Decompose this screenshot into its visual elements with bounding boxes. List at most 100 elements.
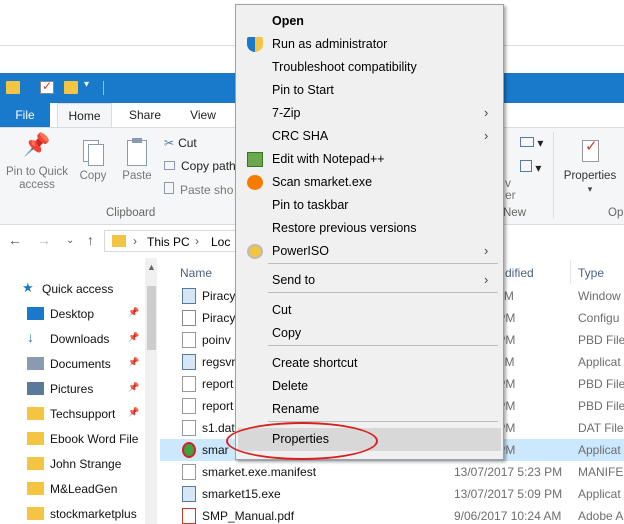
nav-item[interactable]: Ebook Word File [0,427,146,452]
menu-item-copy[interactable]: Copy [238,322,501,345]
folder-icon[interactable] [6,81,20,94]
file-name: SMP_Manual.pdf [202,509,295,523]
file-type: Window [578,289,621,303]
submenu-arrow-icon: › [484,105,489,120]
clipboard-group-label: Clipboard [106,207,156,219]
properties-ribbon-button[interactable]: ✓ Properties ▾ [560,136,620,196]
select-icon[interactable]: ▾ [520,136,543,150]
menu-item-cut[interactable]: Cut [238,299,501,322]
file-date: 9/06/2017 10:24 AM [454,509,562,523]
nav-item-label: Desktop [50,307,95,321]
menu-item-scan-smarket-exe[interactable]: Scan smarket.exe [238,171,501,194]
address-separator: › [195,234,199,248]
quick-access-toolbar-dropdown-icon[interactable]: ▾ [84,79,89,90]
menu-item-delete[interactable]: Delete [238,375,501,398]
paste-shortcut-button[interactable]: Paste sho [164,182,233,197]
nav-item[interactable]: stockmarketplus [0,502,146,524]
menu-item-pin-to-taskbar[interactable]: Pin to taskbar [238,194,501,217]
file-name: regsvr [202,355,236,369]
column-header-name[interactable]: Name [180,266,212,280]
nav-item-label: M&LeadGen [50,482,118,496]
file-type: PBD File [578,333,624,347]
file-row[interactable]: smarket15.exe 13/07/2017 5:09 PM Applicat [160,483,624,505]
pin-quick-access-button[interactable]: 📌 Pin to Quick access [2,132,72,192]
file-icon [182,398,196,414]
menu-item-label: CRC SHA [272,129,329,143]
menu-item-pin-to-start[interactable]: Pin to Start [238,79,501,102]
address-location[interactable]: Loc [211,235,230,249]
tab-home[interactable]: Home [57,103,112,128]
pin-icon[interactable]: 📌 [128,307,139,318]
menu-item-crc-sha[interactable]: CRC SHA › [238,125,501,148]
menu-item-troubleshoot-compatibility[interactable]: Troubleshoot compatibility [238,56,501,79]
forward-icon[interactable]: → [37,232,51,248]
file-type: PBD File [578,399,624,413]
nav-item[interactable]: John Strange [0,452,146,477]
menu-item-label: 7-Zip [272,106,301,120]
pin-icon[interactable]: 📌 [128,332,139,343]
file-type: PBD File [578,377,624,391]
menu-item-run-as-administrator[interactable]: Run as administrator [238,33,501,56]
nav-item[interactable]: ↓ Downloads 📌 [0,327,146,352]
copy-button[interactable]: Copy [76,138,110,183]
file-name: smar [202,443,229,457]
menu-item-poweriso[interactable]: PowerISO › [238,240,501,263]
nav-item[interactable]: Pictures 📌 [0,377,146,402]
menu-item-7-zip[interactable]: 7-Zip › [238,102,501,125]
file-name: report [202,377,234,391]
recent-locations-icon[interactable]: ⌄ [66,235,74,246]
pin-icon: 📌 [23,132,51,157]
scrollbar-thumb[interactable] [147,286,156,350]
menu-item-create-shortcut[interactable]: Create shortcut [238,352,501,375]
new-folder-icon[interactable] [64,81,78,94]
pin-icon[interactable]: 📌 [128,407,139,418]
tab-file[interactable]: File [0,103,50,127]
menu-separator [268,292,498,293]
nav-item[interactable]: Techsupport 📌 [0,402,146,427]
cut-button[interactable]: ✂ Cut [164,136,197,150]
navigation-pane: ★ Quick access Desktop 📌 ↓ Downloads 📌 Docume… [0,258,160,524]
menu-item-send-to[interactable]: Send to › [238,269,501,292]
tab-view[interactable]: View [180,103,226,127]
menu-item-label: Pin to taskbar [272,198,349,212]
menu-item-open[interactable]: Open [238,10,501,33]
file-row[interactable]: smarket.exe.manifest 13/07/2017 5:23 PM MA… [160,461,624,483]
nav-item[interactable]: M&LeadGen [0,477,146,502]
nav-item-label: Ebook Word File [50,432,139,446]
pictures-icon [27,382,44,395]
menu-item-restore-previous-versions[interactable]: Restore previous versions [238,217,501,240]
nav-item-quick-access[interactable]: ★ Quick access [0,277,146,302]
nav-item[interactable]: Desktop 📌 [0,302,146,327]
pin-icon[interactable]: 📌 [128,357,139,368]
up-icon[interactable]: ↑ [87,232,94,248]
properties-dropdown-icon: ▾ [587,184,593,194]
file-type: Applicat [578,443,621,457]
column-divider[interactable] [570,260,571,284]
menu-item-edit-with-notepad[interactable]: Edit with Notepad++ [238,148,501,171]
column-header-date[interactable]: dified [505,266,534,280]
paste-icon [118,138,156,170]
nav-scrollbar[interactable]: ▲ [145,258,157,524]
menu-item-label: Send to [272,273,316,287]
menu-item-label: Run as administrator [272,37,388,51]
scroll-up-icon[interactable]: ▲ [147,262,156,272]
folder-icon [112,235,126,247]
file-date: 13/07/2017 5:23 PM [454,465,563,479]
tab-share[interactable]: Share [122,103,168,127]
file-name: smarket.exe.manifest [202,465,317,479]
paste-button[interactable]: Paste [118,138,156,183]
pin-icon[interactable]: 📌 [128,382,139,393]
history-icon[interactable]: ▾ [520,160,541,175]
address-this-pc[interactable]: This PC [147,235,190,249]
submenu-arrow-icon: › [484,243,489,258]
properties-check-icon[interactable] [40,79,54,94]
address-bar[interactable]: › This PC › Loc [104,230,244,252]
copy-path-button[interactable]: Copy path [164,159,236,173]
menu-item-label: Copy [272,326,302,340]
back-icon[interactable]: ← [8,232,22,248]
column-header-type[interactable]: Type [578,266,604,280]
menu-item-rename[interactable]: Rename [238,398,501,421]
file-row[interactable]: SMP_Manual.pdf 9/06/2017 10:24 AM Adobe A [160,505,624,524]
nav-item[interactable]: Documents 📌 [0,352,146,377]
properties-icon: ✓ [560,136,620,170]
